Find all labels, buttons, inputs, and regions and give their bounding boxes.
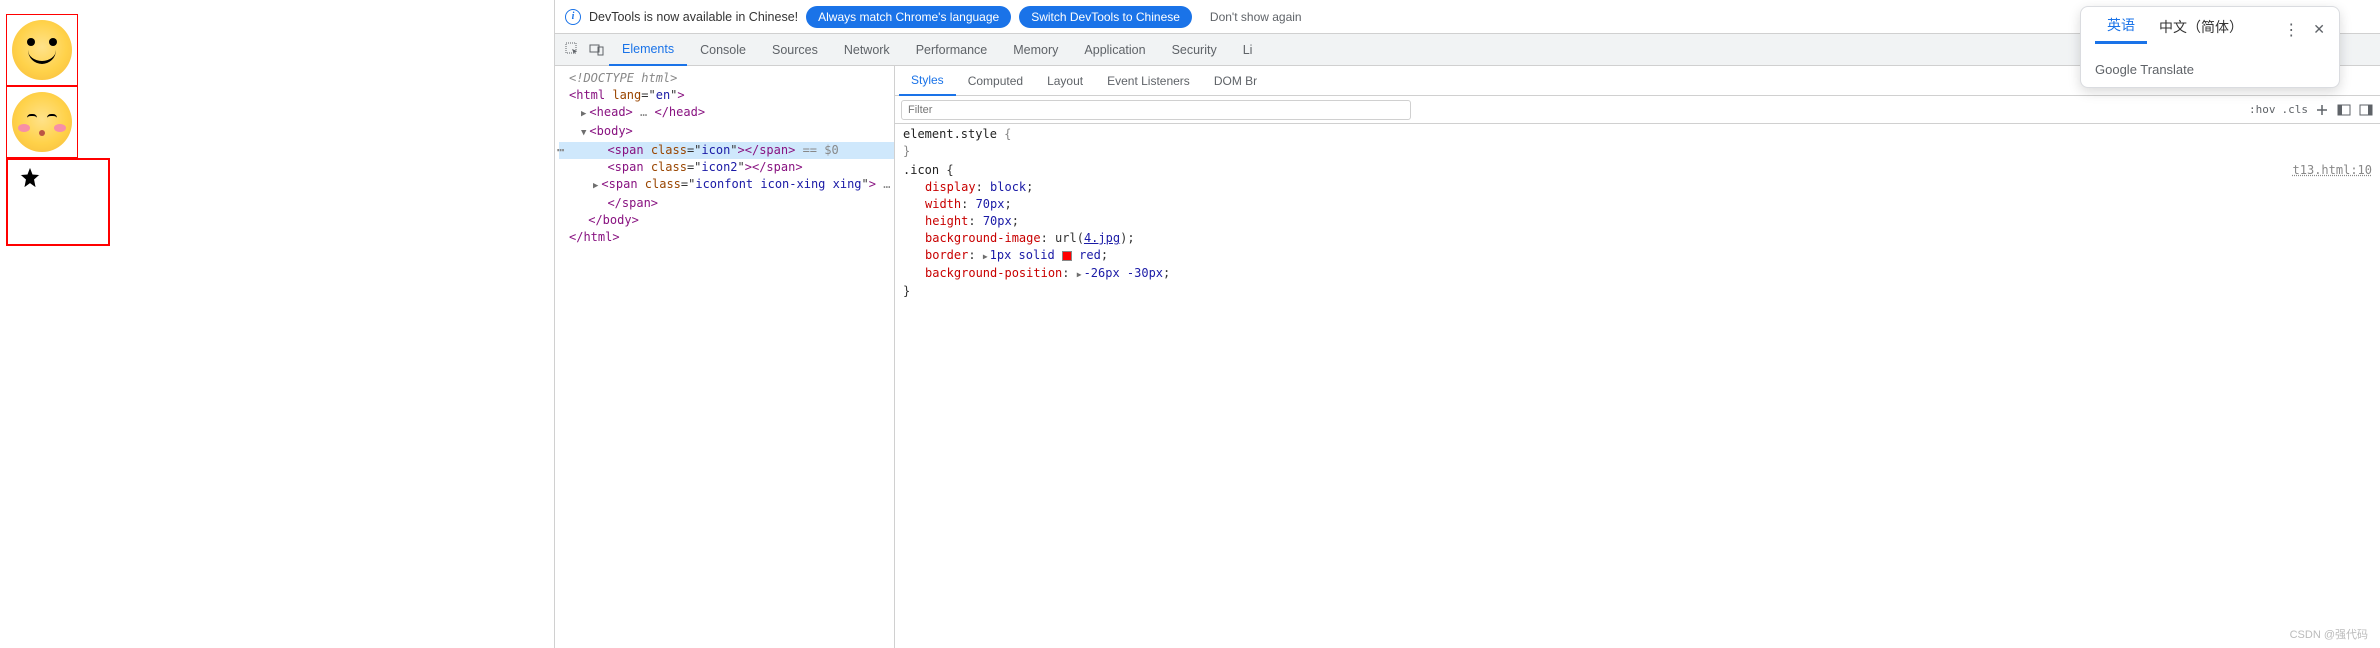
device-toolbar-icon[interactable] <box>585 42 609 58</box>
dont-show-again-button[interactable]: Don't show again <box>1200 6 1312 28</box>
tab-sources[interactable]: Sources <box>759 35 831 65</box>
subtab-styles[interactable]: Styles <box>899 66 956 96</box>
tab-performance[interactable]: Performance <box>903 35 1001 65</box>
span-close-tag[interactable]: </span> <box>559 195 894 212</box>
rule-selector[interactable]: .icon <box>903 163 939 177</box>
rendered-page <box>0 0 554 648</box>
new-rule-icon[interactable] <box>2314 102 2330 118</box>
translate-menu-icon[interactable]: ⋮ <box>2283 20 2299 40</box>
node-span-icon2[interactable]: <span class="icon2"></span> <box>559 159 894 176</box>
styles-filter-input[interactable] <box>901 100 1411 120</box>
tab-console[interactable]: Console <box>687 35 759 65</box>
decl-display[interactable]: display: block; <box>903 179 2372 196</box>
head-tag[interactable]: <head> … </head> <box>559 104 894 123</box>
blush-face-icon <box>12 92 72 152</box>
subtab-layout[interactable]: Layout <box>1035 67 1095 95</box>
tab-more-truncated[interactable]: Li <box>1230 35 1266 65</box>
hov-toggle[interactable]: :hov <box>2249 103 2276 116</box>
star-icon <box>16 164 44 192</box>
icon-sprite-1 <box>6 14 78 86</box>
translate-lang-chinese[interactable]: 中文（简体） <box>2147 17 2255 43</box>
decl-background-image[interactable]: background-image: url(4.jpg); <box>903 230 2372 247</box>
translate-close-icon[interactable]: ✕ <box>2313 21 2325 38</box>
color-swatch-icon[interactable] <box>1062 251 1072 261</box>
css-rules[interactable]: element.style { } t13.html:10 .icon { di… <box>895 124 2380 304</box>
always-match-language-button[interactable]: Always match Chrome's language <box>806 6 1011 28</box>
styles-filter-bar: :hov .cls <box>895 96 2380 124</box>
body-open-tag[interactable]: <body> <box>559 123 894 142</box>
subtab-dom-breakpoints[interactable]: DOM Br <box>1202 67 1269 95</box>
csdn-watermark: CSDN @强代码 <box>2290 626 2368 642</box>
icon-sprite-3 <box>6 158 110 246</box>
rule-source-link[interactable]: t13.html:10 <box>2293 162 2372 179</box>
node-span-iconfont[interactable]: <span class="iconfont icon-xing xing"> … <box>559 176 894 195</box>
dom-tree[interactable]: <!DOCTYPE html> <html lang="en"> <head> … <box>555 66 895 648</box>
tab-elements[interactable]: Elements <box>609 34 687 66</box>
info-icon: i <box>565 9 581 25</box>
html-open-tag[interactable]: <html lang="en"> <box>559 87 894 104</box>
tab-network[interactable]: Network <box>831 35 903 65</box>
doctype-line: <!DOCTYPE html> <box>559 70 894 87</box>
selected-node-span-icon[interactable]: <span class="icon"></span> == $0 <box>559 142 894 159</box>
smiley-face-icon <box>12 20 72 80</box>
tab-application[interactable]: Application <box>1071 35 1158 65</box>
icon-sprite-2 <box>6 86 78 158</box>
subtab-event-listeners[interactable]: Event Listeners <box>1095 67 1202 95</box>
styles-pane: Styles Computed Layout Event Listeners D… <box>895 66 2380 648</box>
decl-border[interactable]: border: 1px solid red; <box>903 247 2372 265</box>
body-close-tag[interactable]: </body> <box>559 212 894 229</box>
html-close-tag[interactable]: </html> <box>559 229 894 246</box>
dock-side-icon[interactable] <box>2358 102 2374 118</box>
devtools-panel: i DevTools is now available in Chinese! … <box>554 0 2380 648</box>
inspect-element-icon[interactable] <box>561 42 585 58</box>
tab-security[interactable]: Security <box>1159 35 1230 65</box>
decl-background-position[interactable]: background-position: -26px -30px; <box>903 265 2372 283</box>
decl-height[interactable]: height: 70px; <box>903 213 2372 230</box>
translate-brand: Google Translate <box>2081 52 2339 79</box>
computed-sidebar-icon[interactable] <box>2336 102 2352 118</box>
infobar-message: DevTools is now available in Chinese! <box>589 10 798 24</box>
translate-popup: 英语 中文（简体） ⋮ ✕ Google Translate <box>2080 6 2340 88</box>
translate-lang-english[interactable]: 英语 <box>2095 15 2147 44</box>
element-style-selector[interactable]: element.style <box>903 127 997 141</box>
switch-devtools-language-button[interactable]: Switch DevTools to Chinese <box>1019 6 1192 28</box>
subtab-computed[interactable]: Computed <box>956 67 1035 95</box>
decl-width[interactable]: width: 70px; <box>903 196 2372 213</box>
tab-memory[interactable]: Memory <box>1000 35 1071 65</box>
cls-toggle[interactable]: .cls <box>2282 103 2309 116</box>
